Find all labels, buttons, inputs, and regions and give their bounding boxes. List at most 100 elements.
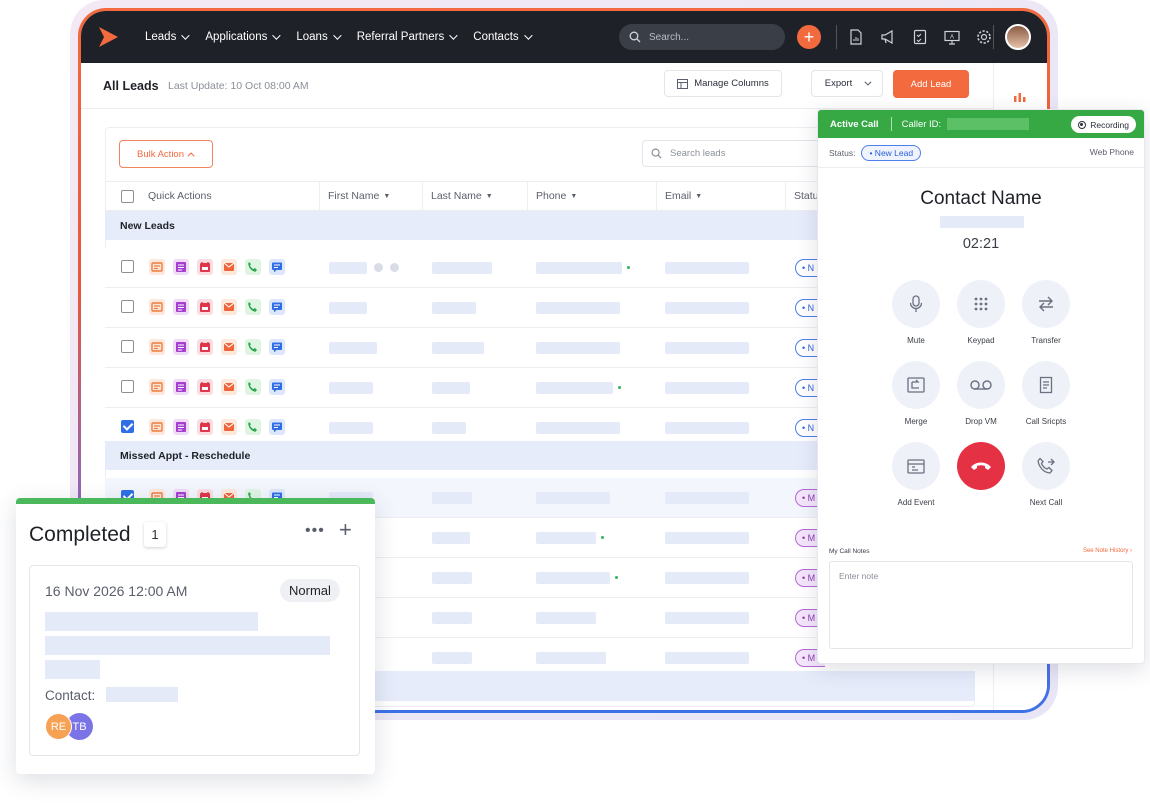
gear-icon[interactable] <box>974 27 994 47</box>
column-header-email[interactable]: Email ▼ <box>657 182 786 210</box>
search-leads-input[interactable]: Search leads <box>642 140 832 167</box>
keypad-button[interactable]: Keypad <box>956 280 1006 345</box>
add-event-button[interactable]: Add Event <box>891 442 941 507</box>
checklist-icon[interactable] <box>910 27 930 47</box>
cell-placeholder <box>432 572 472 584</box>
export-button[interactable]: Export <box>811 70 883 97</box>
megaphone-icon[interactable] <box>878 27 898 47</box>
note-icon[interactable] <box>149 419 165 435</box>
cell-placeholder <box>329 302 367 314</box>
status-badge[interactable]: • New Lead <box>861 144 922 161</box>
task-icon[interactable] <box>173 299 189 315</box>
notes-placeholder: Enter note <box>839 571 879 581</box>
email-icon[interactable] <box>221 299 237 315</box>
row-checkbox[interactable] <box>121 380 134 393</box>
chat-icon[interactable] <box>269 299 285 315</box>
chat-icon[interactable] <box>269 379 285 395</box>
quick-add-button[interactable]: + <box>797 25 821 49</box>
cell-placeholder <box>665 262 749 274</box>
chat-icon[interactable] <box>269 419 285 435</box>
call-notes-textarea[interactable]: Enter note <box>829 561 1133 649</box>
divider <box>993 25 994 49</box>
nav-referral-partners[interactable]: Referral Partners <box>357 31 458 43</box>
transfer-button[interactable]: Transfer <box>1021 280 1071 345</box>
row-checkbox[interactable] <box>121 340 134 353</box>
row-checkbox[interactable] <box>121 300 134 313</box>
note-icon[interactable] <box>149 379 165 395</box>
caller-id-label: Caller ID: <box>901 118 942 130</box>
calendar-icon[interactable] <box>197 299 213 315</box>
recording-label: Recording <box>1090 119 1129 130</box>
column-header-phone[interactable]: Phone ▼ <box>528 182 657 210</box>
phone-icon[interactable] <box>245 379 261 395</box>
presentation-icon[interactable]: A <box>942 27 962 47</box>
nav-applications[interactable]: Applications <box>205 31 282 43</box>
task-card[interactable]: 16 Nov 2026 12:00 AM Normal Contact: TB … <box>29 565 360 756</box>
cell-placeholder <box>536 612 596 624</box>
hang-up-button[interactable] <box>956 442 1006 490</box>
next-call-label: Next Call <box>1029 498 1063 507</box>
nav-contacts[interactable]: Contacts <box>473 31 533 43</box>
note-icon[interactable] <box>149 339 165 355</box>
email-icon[interactable] <box>221 419 237 435</box>
cell-placeholder <box>432 262 492 274</box>
report-icon[interactable] <box>846 27 866 47</box>
task-icon[interactable] <box>173 419 189 435</box>
avatar[interactable]: RE <box>45 713 72 740</box>
email-icon[interactable] <box>221 379 237 395</box>
cell-placeholder <box>329 422 373 434</box>
email-icon[interactable] <box>221 259 237 275</box>
global-search-input[interactable]: Search... <box>619 24 785 50</box>
info-icon[interactable] <box>390 263 399 272</box>
bulk-action-button[interactable]: Bulk Action <box>119 140 213 168</box>
merge-button[interactable]: Merge <box>891 361 941 426</box>
add-lead-button[interactable]: Add Lead <box>893 70 969 98</box>
chat-icon[interactable] <box>269 259 285 275</box>
nav-leads[interactable]: Leads <box>145 31 191 43</box>
task-icon[interactable] <box>173 339 189 355</box>
calendar-icon[interactable] <box>197 339 213 355</box>
nav-loans[interactable]: Loans <box>296 31 342 43</box>
phone-icon[interactable] <box>245 339 261 355</box>
note-history-link[interactable]: See Note History › <box>1083 548 1132 554</box>
cell-placeholder <box>432 532 470 544</box>
cell-placeholder <box>536 342 620 354</box>
note-icon[interactable] <box>149 259 165 275</box>
cell-placeholder <box>432 342 484 354</box>
hang-up-phone-icon <box>971 462 991 470</box>
column-header-last-name[interactable]: Last Name ▼ <box>423 182 528 210</box>
phone-icon[interactable] <box>245 259 261 275</box>
manage-columns-button[interactable]: Manage Columns <box>664 70 782 97</box>
calendar-icon[interactable] <box>197 259 213 275</box>
bar-chart-icon[interactable] <box>1013 91 1027 103</box>
nav-loans-label: Loans <box>296 31 328 43</box>
calendar-icon[interactable] <box>197 419 213 435</box>
completed-accent-bar <box>16 498 375 504</box>
row-checkbox[interactable] <box>121 260 134 273</box>
phone-icon[interactable] <box>245 419 261 435</box>
calendar-icon[interactable] <box>197 379 213 395</box>
chat-icon[interactable] <box>269 339 285 355</box>
add-task-icon[interactable]: + <box>339 517 352 543</box>
caller-id-value <box>947 118 1030 130</box>
table-columns-icon <box>677 78 689 89</box>
next-call-button[interactable]: Next Call <box>1021 442 1071 507</box>
drop-vm-button[interactable]: Drop VM <box>956 361 1006 426</box>
select-all-checkbox[interactable] <box>121 189 134 203</box>
info-icon[interactable] <box>374 263 383 272</box>
recording-badge[interactable]: Recording <box>1071 116 1136 133</box>
more-options-icon[interactable]: ••• <box>305 522 325 540</box>
phone-icon[interactable] <box>245 299 261 315</box>
row-checkbox[interactable] <box>121 420 134 433</box>
column-header-first-name[interactable]: First Name ▼ <box>320 182 423 210</box>
user-avatar[interactable] <box>1005 24 1031 50</box>
note-icon[interactable] <box>149 299 165 315</box>
mute-button[interactable]: Mute <box>891 280 941 345</box>
status-badge-label: N <box>807 423 815 433</box>
call-scripts-button[interactable]: Call Sricpts <box>1021 361 1071 426</box>
task-icon[interactable] <box>173 379 189 395</box>
quick-actions <box>149 299 285 315</box>
task-icon[interactable] <box>173 259 189 275</box>
email-icon[interactable] <box>221 339 237 355</box>
status-badge-label: N <box>807 383 815 393</box>
